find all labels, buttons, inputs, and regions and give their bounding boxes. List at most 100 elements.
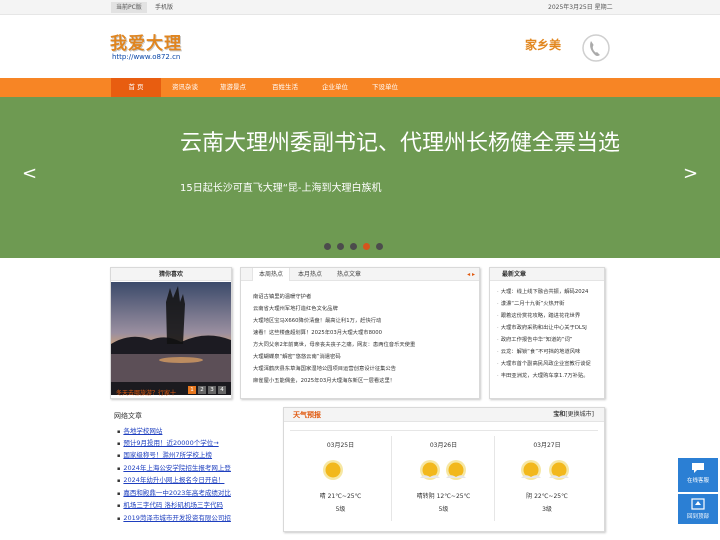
banner-prev-button[interactable]: < (22, 163, 37, 184)
site-url[interactable]: http://www.o872.cn (112, 53, 180, 61)
sunset-lake-photo[interactable] (111, 282, 231, 395)
current-date: 2025年3月25日 星期二 (548, 4, 613, 11)
pager-page-3[interactable]: 3 (208, 386, 216, 394)
article-link[interactable]: 各地学校网站 (117, 426, 162, 437)
weather-day: 03月26日 晴转阴 12℃~25℃ 5级 (393, 436, 495, 521)
hot-topics-panel: 本周热点 本月热点 热点文章 ◂ ▸ 南诏古镇里的温暖守护者 云南省大理州军地打… (240, 267, 480, 399)
pager-page-4[interactable]: 4 (218, 386, 226, 394)
nav-item-home[interactable]: 首 页 (111, 78, 161, 97)
online-service-label: 在线客服 (686, 478, 709, 484)
sunny-icon (323, 460, 343, 480)
article-link[interactable]: 嘉西和殿鼎一中2023年高考成绩对比 (117, 488, 231, 499)
latest-item[interactable]: 漾濞“二月十九街”火热开街 (497, 300, 565, 308)
hot-item[interactable]: 大理蝴蝶泉“解密”悠悠云南”消遣密码 (253, 353, 341, 361)
back-to-top-label: 回到顶部 (686, 514, 709, 520)
day-date: 03月25日 (326, 442, 355, 449)
banner-next-button[interactable]: > (683, 163, 698, 184)
nav-item-life[interactable]: 百姓生活 (260, 78, 310, 97)
weather-panel: 天气预报 宝和[更换城市] 03月25日 晴 21℃~25℃ 5级 03月26日… (283, 407, 605, 532)
weather-title: 天气预报 (293, 411, 321, 419)
hero-banner[interactable]: 云南大理州委副书记、代理州长杨健全票当选 15日起长沙可直飞大理“昆-上海到大理… (0, 97, 720, 258)
banner-dot[interactable] (324, 243, 331, 250)
pager-page-2[interactable]: 2 (198, 386, 206, 394)
sunny-icon (420, 460, 440, 480)
day-wind: 3级 (542, 506, 552, 513)
banner-title[interactable]: 云南大理州委副书记、代理州长杨健全票当选 (180, 125, 620, 157)
article-link[interactable]: 2019菏泽市城市开发投资有限公司招 (117, 513, 231, 524)
nav-item-enterprise[interactable]: 企业单位 (310, 78, 360, 97)
article-link[interactable]: 2024年幼升小网上报名今日开启！ (117, 475, 224, 486)
hometown-badge: 家乡美 (521, 31, 611, 65)
overcast-icon (521, 460, 541, 480)
day-condition: 晴 21℃~25℃ (319, 493, 362, 500)
latest-item[interactable]: 大理市政府采购和出让中心关于DLSJ (497, 324, 587, 332)
phone-icon (582, 34, 610, 62)
main-nav: 首 页 资讯杂谈 旅游景点 百姓生活 企业单位 下设单位 (0, 78, 720, 97)
pager-page-1[interactable]: 1 (188, 386, 196, 394)
article-link[interactable]: 国家级称号！滁州7所学校上榜 (117, 450, 212, 461)
article-link[interactable]: 预计9月投用！近20000个学位→ (117, 438, 218, 449)
day-icons (496, 458, 598, 482)
top-bar: 当前PC版 手机版 2025年3月25日 星期二 (0, 0, 720, 15)
banner-dot[interactable] (350, 243, 357, 250)
nav-item-tourism[interactable]: 旅游景点 (208, 78, 258, 97)
mobile-version-link[interactable]: 手机版 (155, 2, 173, 13)
online-service-button[interactable]: 在线客服 (678, 458, 718, 492)
hot-item[interactable]: 大理洱鹤庆县东草海国家湿地公园项目运营创意设计征集公告 (253, 365, 396, 373)
hot-item[interactable]: 云南省大理州军地打造红色文化品牌 (253, 305, 338, 313)
tab-switch-arrows[interactable]: ◂ ▸ (467, 268, 475, 281)
hot-item[interactable]: 南诏古镇里的温暖守护者 (253, 293, 311, 301)
nav-item-sub-units[interactable]: 下设单位 (360, 78, 410, 97)
banner-dot[interactable] (376, 243, 383, 250)
guess-panel-title: 猜你喜欢 (111, 268, 231, 281)
latest-item[interactable]: 云龙：解锁“食”不可挡的地道风味 (497, 348, 581, 356)
article-link[interactable]: 2024年上海公安学院招生报考网上登 (117, 463, 231, 474)
weather-day: 03月27日 阴 22℃~25℃ 3级 (496, 436, 598, 521)
latest-item[interactable]: 丰田亚洲龙，大理购车享1.7万补贴。 (497, 372, 589, 380)
hot-item[interactable]: 大理地区宝马X660降价清盘！最高让利1万，赶快行动 (253, 317, 381, 325)
overcast-icon (549, 460, 569, 480)
hometown-badge-text: 家乡美 (525, 38, 562, 52)
site-header: 我爱大理 http://www.o872.cn 家乡美 (0, 15, 720, 78)
back-to-top-button[interactable]: 回到顶部 (678, 494, 718, 524)
up-arrow-icon (691, 498, 705, 510)
latest-item[interactable]: 大理：线上线下融合共振，解码2024 (497, 288, 589, 296)
latest-item[interactable]: 政府工作报告中华“知道的”词” (497, 336, 573, 344)
banner-subtitle[interactable]: 15日起长沙可直飞大理“昆-上海到大理白族机 (180, 179, 382, 194)
tab-hot-articles[interactable]: 热点文章 (331, 268, 367, 281)
latest-articles-panel: 最新文章 大理：线上线下融合共振，解码2024 漾濞“二月十九街”火热开街 跟着… (489, 267, 605, 399)
day-date: 03月27日 (533, 442, 561, 449)
banner-dot-active[interactable] (363, 243, 370, 250)
city-name: 宝和 (553, 411, 566, 418)
tab-weekly-hot[interactable]: 本周热点 (252, 268, 291, 281)
change-city-link[interactable]: [更换城市] (565, 411, 594, 418)
site-logo[interactable]: 我爱大理 (110, 29, 182, 54)
cloudy-sun-icon (446, 460, 466, 480)
hot-item[interactable]: 速看！这些楼盘超划算！2025年03月大理大理市8000 (253, 329, 382, 337)
weather-city: 宝和[更换城市] (553, 408, 594, 422)
day-icons (290, 458, 391, 482)
pc-version-tab[interactable]: 当前PC版 (111, 2, 147, 13)
weather-header: 天气预报 宝和[更换城市] (284, 408, 604, 422)
latest-item[interactable]: 跟着这份赏花攻略，踏进花花世界 (497, 312, 580, 320)
latest-panel-title: 最新文章 (490, 268, 604, 281)
day-wind: 5级 (335, 506, 346, 513)
weather-day: 03月25日 晴 21℃~25℃ 5级 (290, 436, 392, 521)
nav-item-news[interactable]: 资讯杂谈 (160, 78, 210, 97)
hot-item[interactable]: 麻雀屋小五能偶金，2025年03月大理海东新区一层看这里！ (253, 377, 395, 385)
weather-divider (290, 430, 598, 431)
guess-you-like-panel: 猜你喜欢 冬天去哪旅游？行家十 1 2 3 4 (110, 267, 232, 399)
banner-dot[interactable] (337, 243, 344, 250)
chat-icon (692, 463, 704, 473)
article-link[interactable]: 机场三字代码 洛杉矶机场三字代码 (117, 500, 223, 511)
day-icons (393, 458, 494, 482)
day-wind: 5级 (438, 506, 449, 513)
day-condition: 阴 22℃~25℃ (526, 493, 568, 500)
hot-tabs: 本周热点 本月热点 热点文章 ◂ ▸ (241, 268, 479, 281)
links-title: 网络文章 (114, 412, 142, 420)
latest-item[interactable]: 大理市首个副高民风政企业宣教行谈促 (497, 360, 591, 368)
tab-monthly-hot[interactable]: 本月热点 (292, 268, 328, 281)
photo-caption[interactable]: 冬天去哪旅游？行家十 (116, 388, 176, 397)
day-date: 03月26日 (429, 442, 458, 449)
hot-item[interactable]: 方大同父亲2年前离世，母亲丧夫丧子之痛，网友：患两位音乐天使重 (253, 341, 415, 349)
